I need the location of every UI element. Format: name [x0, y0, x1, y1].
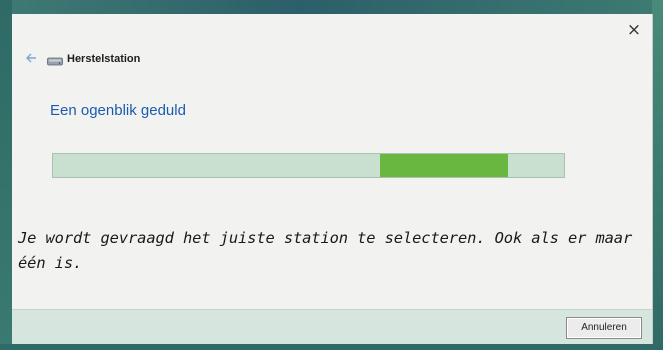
back-arrow-icon[interactable] — [24, 51, 38, 65]
caption-text: Je wordt gevraagd het juiste station te … — [18, 229, 633, 272]
progress-bar-fill — [380, 154, 508, 177]
desktop-background-left — [0, 0, 12, 350]
dialog-footer: Annuleren — [12, 309, 652, 344]
desktop-background-top — [0, 0, 663, 14]
desktop-background-bottom — [0, 344, 663, 350]
dialog-title: Herstelstation — [67, 53, 141, 65]
drive-icon — [47, 57, 63, 66]
cancel-button[interactable]: Annuleren — [566, 317, 642, 339]
desktop-background-right — [652, 0, 663, 350]
status-heading: Een ogenblik geduld — [50, 102, 186, 119]
recovery-drive-dialog: × Herstelstation Een ogenblik geduld Je … — [12, 14, 653, 344]
progress-bar — [52, 153, 565, 178]
close-button[interactable]: × — [624, 20, 644, 40]
